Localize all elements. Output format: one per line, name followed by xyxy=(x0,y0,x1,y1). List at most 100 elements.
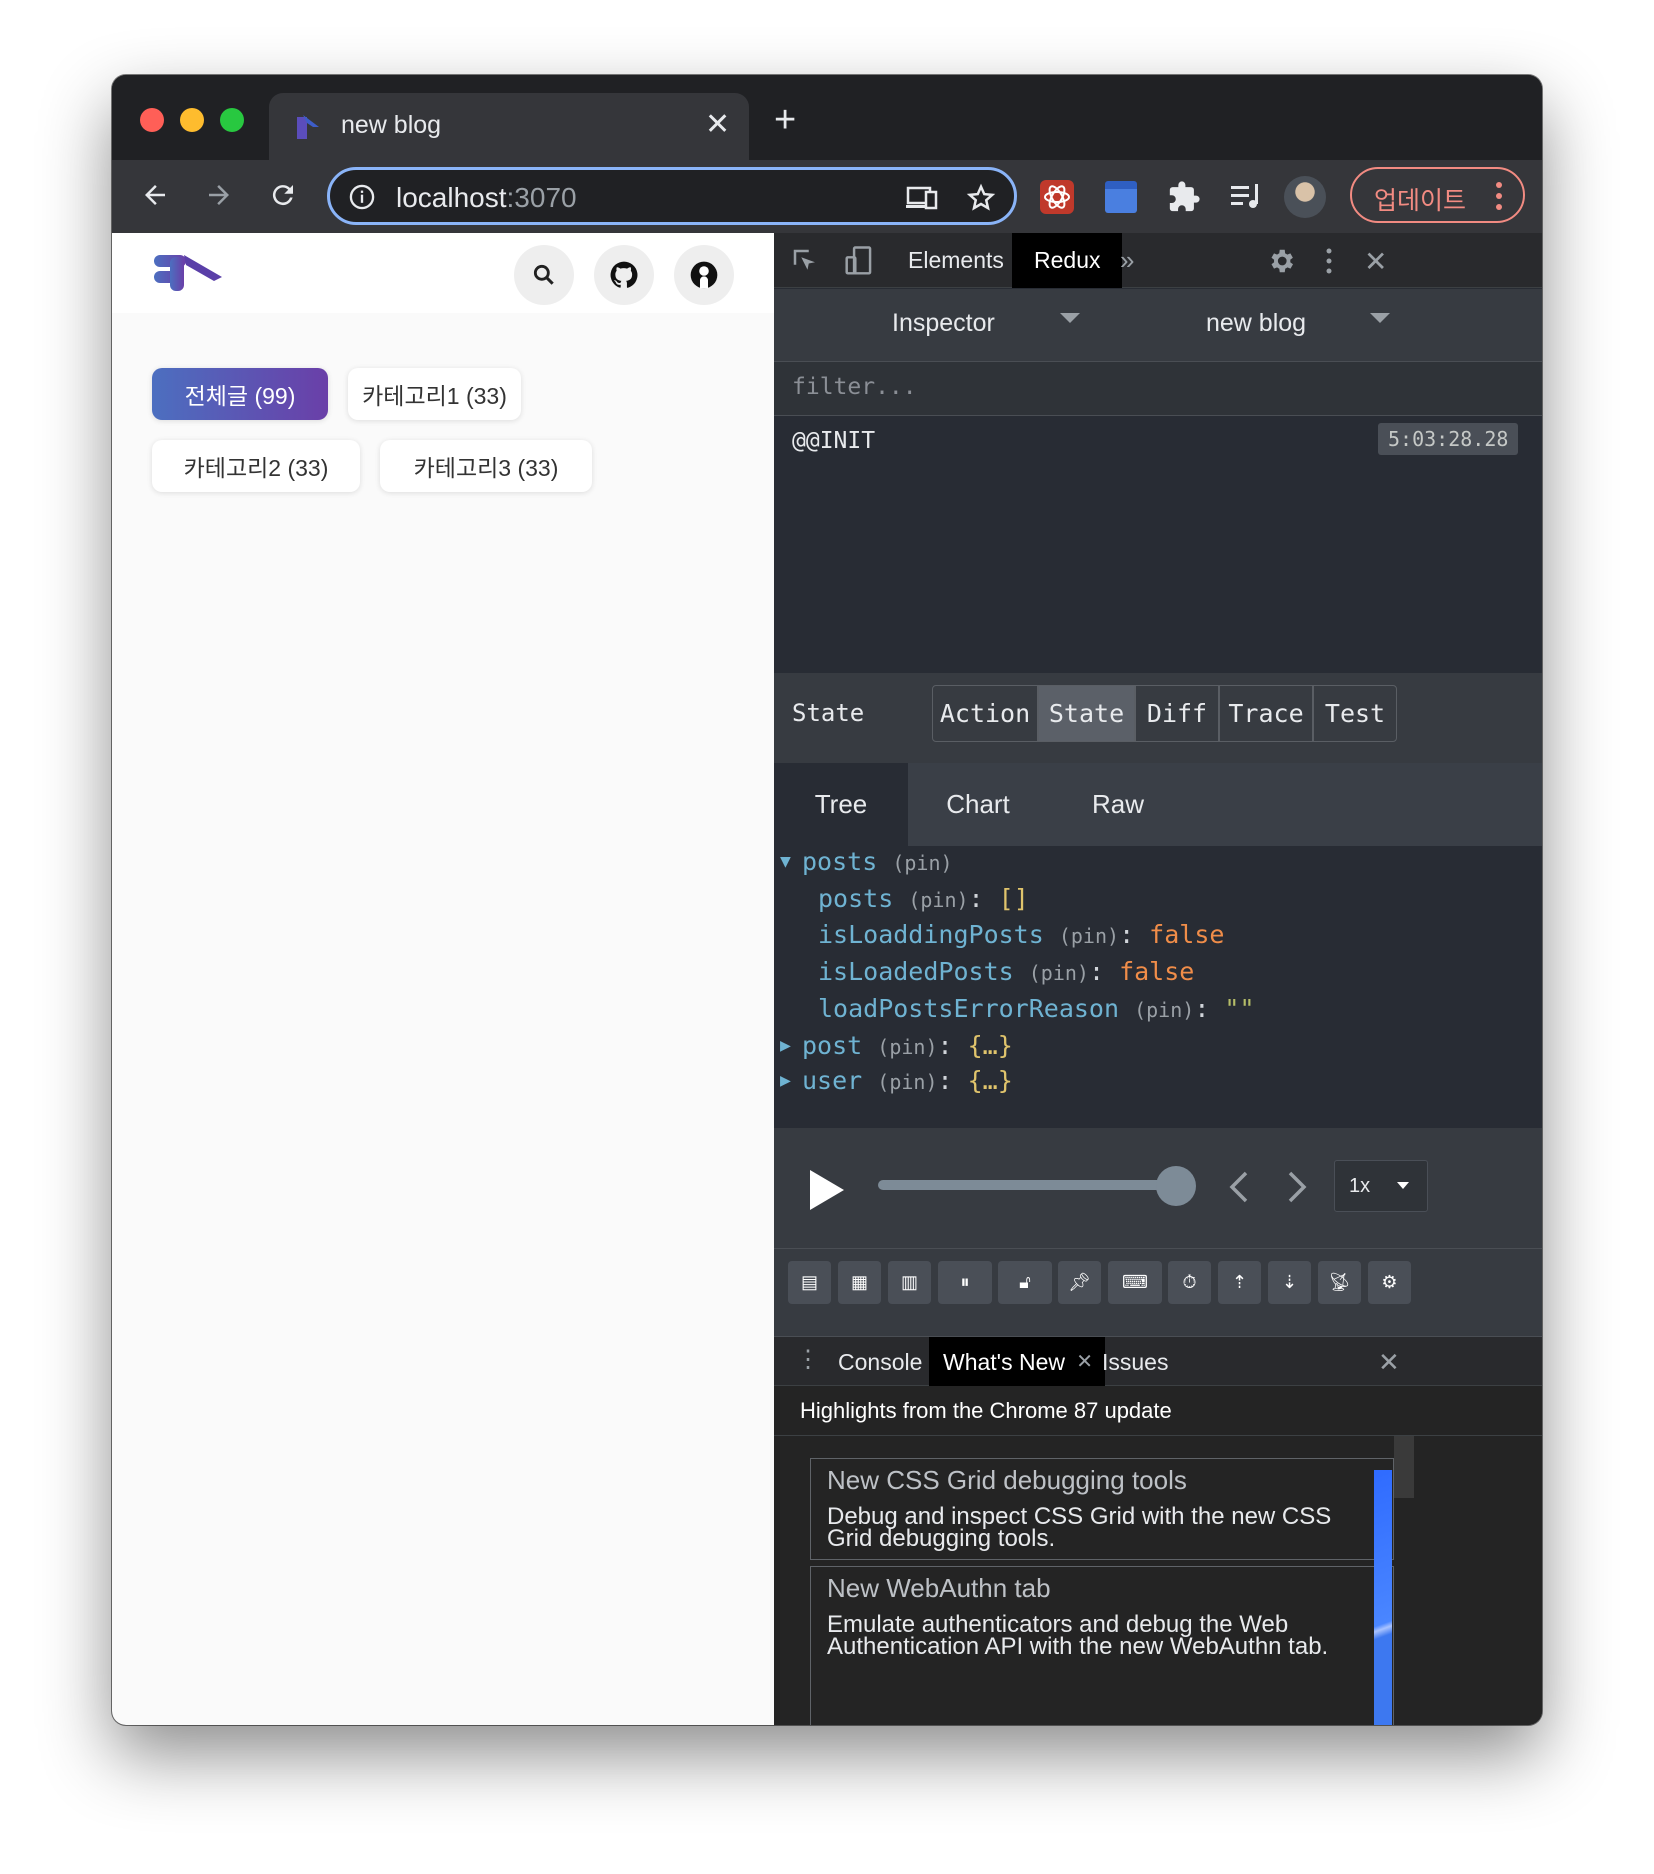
browser-tab[interactable]: new blog ✕ xyxy=(269,93,749,160)
instance-dropdown-icon[interactable] xyxy=(1370,313,1390,323)
segment-action[interactable]: Action xyxy=(932,685,1038,742)
close-drawer-icon[interactable]: ✕ xyxy=(1378,1347,1400,1378)
collapsed-arrow-icon[interactable]: ▶ xyxy=(780,1026,791,1066)
segment-diff[interactable]: Diff xyxy=(1135,685,1219,742)
tab-chart[interactable]: Chart xyxy=(908,763,1048,846)
tree-key: posts xyxy=(802,847,878,876)
log-monitor-toggle-icon[interactable]: ▤ xyxy=(788,1261,831,1304)
tree-key: isLoaddingPosts xyxy=(818,920,1044,949)
maximize-window-button[interactable] xyxy=(220,108,244,132)
info-icon[interactable] xyxy=(348,183,376,211)
pin-label[interactable]: (pin) xyxy=(1029,961,1089,985)
device-toolbar-icon[interactable] xyxy=(844,245,874,277)
upload-icon[interactable]: ⇡ xyxy=(1218,1261,1261,1304)
persist-pin-icon[interactable]: 📌︎ xyxy=(1058,1261,1101,1304)
drawer-tab-console[interactable]: Console xyxy=(824,1337,936,1387)
react-devtools-extension-icon[interactable] xyxy=(1040,180,1074,214)
download-icon[interactable]: ⇣ xyxy=(1268,1261,1311,1304)
pin-label[interactable]: (pin) xyxy=(1059,924,1119,948)
update-button[interactable]: 업데이트 xyxy=(1350,167,1525,223)
instance-select[interactable]: new blog xyxy=(1206,309,1306,338)
segment-test[interactable]: Test xyxy=(1313,685,1397,742)
new-tab-button[interactable]: + xyxy=(774,101,796,139)
inspect-element-icon[interactable] xyxy=(790,246,820,276)
speed-select[interactable]: 1x xyxy=(1334,1160,1428,1212)
settings-gear-icon[interactable] xyxy=(1266,246,1296,276)
step-forward-icon[interactable] xyxy=(1286,1170,1310,1204)
news-card[interactable]: New CSS Grid debugging tools Debug and i… xyxy=(810,1458,1394,1560)
keyboard-shortcuts-icon[interactable]: ⌨︎ xyxy=(1108,1261,1162,1304)
install-app-icon[interactable] xyxy=(906,184,940,212)
bookmark-star-icon[interactable] xyxy=(966,183,996,213)
chart-toggle-icon[interactable]: ▥ xyxy=(888,1261,931,1304)
tree-key: post xyxy=(802,1031,863,1060)
segment-state[interactable]: State xyxy=(1038,685,1135,742)
lock-changes-icon[interactable]: 🔓︎ xyxy=(998,1261,1052,1304)
play-icon[interactable] xyxy=(808,1168,846,1212)
extensions-puzzle-icon[interactable] xyxy=(1167,180,1201,214)
github-button[interactable] xyxy=(594,245,654,305)
drawer-menu-icon[interactable]: ⋮ xyxy=(796,1345,820,1374)
drawer-tab-whats-new[interactable]: What's New ✕ xyxy=(929,1337,1105,1387)
pin-label[interactable]: (pin) xyxy=(1134,998,1194,1022)
user-icon xyxy=(690,261,718,289)
tab-elements[interactable]: Elements xyxy=(886,233,1026,288)
reload-button[interactable] xyxy=(258,170,308,220)
tab-raw[interactable]: Raw xyxy=(1048,763,1188,846)
pin-label[interactable]: (pin) xyxy=(877,1070,937,1094)
media-queue-icon[interactable] xyxy=(1229,182,1263,212)
pause-recording-icon[interactable]: ⏸ xyxy=(938,1261,992,1304)
news-thumbnail-image xyxy=(1374,1470,1392,1725)
browser-toolbar: localhost:3070 업데이트 xyxy=(112,160,1542,233)
close-devtools-icon[interactable]: ✕ xyxy=(1364,245,1387,278)
step-back-icon[interactable] xyxy=(1226,1170,1250,1204)
category-chip-all[interactable]: 전체글 (99) xyxy=(152,368,328,420)
profile-button[interactable] xyxy=(674,245,734,305)
action-filter-input[interactable]: filter... xyxy=(774,361,1542,416)
news-scrollbar[interactable] xyxy=(1394,1436,1414,1725)
monitor-dropdown-icon[interactable] xyxy=(1060,313,1080,323)
slider-track[interactable] xyxy=(878,1180,1178,1190)
extension-window-icon[interactable] xyxy=(1105,181,1137,213)
timer-off-icon[interactable]: ⏱︎ xyxy=(1168,1261,1211,1304)
site-logo[interactable] xyxy=(152,251,226,295)
slider-thumb[interactable] xyxy=(1156,1166,1196,1206)
inspector-toggle-icon[interactable]: ▦ xyxy=(838,1261,881,1304)
tree-value: false xyxy=(1149,920,1225,949)
update-label: 업데이트 xyxy=(1374,187,1467,215)
scrollbar-thumb[interactable] xyxy=(1394,1436,1414,1498)
tab-redux[interactable]: Redux xyxy=(1012,233,1123,288)
settings-gear-icon[interactable]: ⚙︎ xyxy=(1368,1261,1411,1304)
state-panel-header: State Action State Diff Trace Test xyxy=(774,673,1542,763)
drawer-tab-issues[interactable]: Issues xyxy=(1088,1337,1182,1387)
monitor-select[interactable]: Inspector xyxy=(892,309,995,338)
action-item[interactable]: @@INIT 5:03:28.28 xyxy=(774,416,1542,466)
tree-value: {…} xyxy=(967,1031,1013,1060)
forward-button[interactable] xyxy=(194,170,244,220)
category-chip-1[interactable]: 카테고리1 (33) xyxy=(348,368,521,420)
news-card[interactable]: New WebAuthn tab Emulate authenticators … xyxy=(810,1566,1394,1725)
minimize-window-button[interactable] xyxy=(180,108,204,132)
tab-tree[interactable]: Tree xyxy=(774,763,908,846)
address-bar[interactable]: localhost:3070 xyxy=(327,167,1017,225)
search-button[interactable] xyxy=(514,245,574,305)
atom-icon xyxy=(1044,185,1070,209)
expand-arrow-icon[interactable]: ▼ xyxy=(780,846,791,882)
whats-new-title: Highlights from the Chrome 87 update xyxy=(800,1398,1172,1423)
devtools-panel: Elements Redux » ✕ Inspector new blog fi… xyxy=(774,233,1542,1725)
more-vert-icon[interactable] xyxy=(1322,246,1336,276)
tree-key: loadPostsErrorReason xyxy=(818,994,1120,1023)
profile-avatar[interactable] xyxy=(1284,176,1326,218)
pin-label[interactable]: (pin) xyxy=(877,1035,937,1059)
category-chip-2[interactable]: 카테고리2 (33) xyxy=(152,440,360,492)
category-chip-3[interactable]: 카테고리3 (33) xyxy=(380,440,592,492)
tab-close-icon[interactable]: ✕ xyxy=(705,107,730,142)
collapsed-arrow-icon[interactable]: ▶ xyxy=(780,1061,791,1101)
pin-label[interactable]: (pin) xyxy=(892,851,952,875)
back-button[interactable] xyxy=(130,170,180,220)
pin-label[interactable]: (pin) xyxy=(908,888,968,912)
remote-icon[interactable]: 📡︎ xyxy=(1318,1261,1361,1304)
close-window-button[interactable] xyxy=(140,108,164,132)
more-tabs-chevron-icon[interactable]: » xyxy=(1120,245,1134,276)
segment-trace[interactable]: Trace xyxy=(1219,685,1313,742)
